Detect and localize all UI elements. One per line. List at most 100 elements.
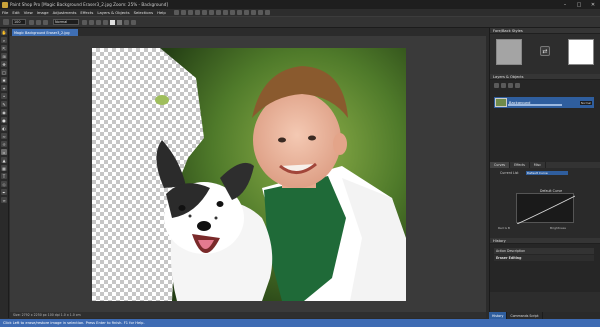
open-file-icon[interactable] bbox=[180, 10, 186, 15]
size-field[interactable]: 100 bbox=[12, 19, 26, 25]
dodge-icon[interactable]: ◐ bbox=[1, 125, 7, 131]
curves-panel: Current List Default Curve Default Curve… bbox=[490, 168, 600, 238]
menu-view[interactable]: View bbox=[24, 10, 33, 15]
new-layer-icon[interactable] bbox=[494, 83, 499, 88]
menu-help[interactable]: Help bbox=[157, 10, 166, 15]
delete-layer-icon[interactable] bbox=[508, 83, 513, 88]
photo-layer bbox=[155, 48, 406, 301]
brush-square-icon[interactable] bbox=[36, 19, 41, 25]
script-icon[interactable] bbox=[257, 10, 263, 15]
paint-brush-icon[interactable]: ✎ bbox=[1, 101, 7, 107]
tab-history[interactable]: History bbox=[489, 312, 508, 319]
menu-image[interactable]: Image bbox=[37, 10, 49, 15]
histogram-icon[interactable] bbox=[250, 10, 256, 15]
maximize-button[interactable]: □ bbox=[572, 0, 586, 9]
tolerance-icon[interactable] bbox=[124, 19, 129, 25]
current-list-select[interactable]: Default Curve bbox=[526, 171, 568, 175]
app-window: Paint Shop Pro [Magic Background Eraser3… bbox=[0, 0, 600, 327]
history-item[interactable]: Eraser Editing bbox=[494, 255, 594, 261]
blend-mode-select[interactable]: Normal bbox=[53, 19, 79, 25]
tools-toolbar: ✋ ⌕ ⇱ ⊞ ✥ □ ✱ ✦ • ✎ ◉ ● ◐ ≈ ☼ ▫ ▲ ▦ T ◇ … bbox=[0, 28, 9, 318]
zoom-tool-icon[interactable]: ⌕ bbox=[1, 37, 7, 43]
density-icon[interactable] bbox=[96, 19, 101, 25]
pen-tool-icon[interactable]: ✒ bbox=[1, 189, 7, 195]
document-tab[interactable]: Magic Background Eraser3_2.jpg bbox=[12, 29, 78, 36]
undo-icon[interactable] bbox=[201, 10, 207, 15]
menu-selections[interactable]: Selections bbox=[134, 10, 153, 15]
crop-tool-icon[interactable]: ⊞ bbox=[1, 53, 7, 59]
crop-icon[interactable] bbox=[215, 10, 221, 15]
selection-tool-icon[interactable]: □ bbox=[1, 69, 7, 75]
picture-tube-icon[interactable]: ▲ bbox=[1, 157, 7, 163]
menu-effects[interactable]: Effects bbox=[80, 10, 93, 15]
menu-bar: File Edit View Image Adjustments Effects… bbox=[0, 9, 600, 17]
preset-shape-icon[interactable]: ◇ bbox=[1, 181, 7, 187]
menu-edit[interactable]: Edit bbox=[12, 10, 19, 15]
save-icon[interactable] bbox=[187, 10, 193, 15]
clone-brush-icon[interactable]: ◉ bbox=[1, 109, 7, 115]
palette-icon[interactable] bbox=[243, 10, 249, 15]
background-color[interactable] bbox=[568, 39, 594, 65]
print-icon[interactable] bbox=[194, 10, 200, 15]
current-list-label: Current List bbox=[500, 171, 519, 175]
warp-brush-icon[interactable]: ∞ bbox=[1, 197, 7, 203]
history-column-header: Action Description bbox=[494, 248, 594, 254]
bottom-tabs: History Commands Script bbox=[489, 312, 600, 319]
lighten-icon[interactable]: ☼ bbox=[1, 141, 7, 147]
swap-colors-icon[interactable]: ⇄ bbox=[540, 46, 550, 56]
tool-options-bar: 100 Normal bbox=[0, 17, 600, 28]
new-file-icon[interactable] bbox=[173, 10, 179, 15]
smudge-icon[interactable]: ≈ bbox=[1, 133, 7, 139]
status-bar: Click Left to erase/restore image in sel… bbox=[0, 319, 600, 327]
text-tool-icon[interactable]: T bbox=[1, 173, 7, 179]
pan-tool-icon[interactable]: ✋ bbox=[1, 29, 7, 35]
title-bar: Paint Shop Pro [Magic Background Eraser3… bbox=[0, 0, 600, 9]
window-title: Paint Shop Pro [Magic Background Eraser3… bbox=[10, 2, 168, 7]
layer-thumbnail bbox=[495, 98, 507, 107]
layers-icon[interactable] bbox=[236, 10, 242, 15]
settings-icon[interactable] bbox=[264, 10, 270, 15]
menu-file[interactable]: File bbox=[2, 10, 8, 15]
magic-wand-icon[interactable]: ✦ bbox=[1, 85, 7, 91]
sample-icon[interactable] bbox=[131, 19, 136, 25]
layer-mode[interactable]: Normal bbox=[579, 100, 592, 105]
eraser-preset-icon[interactable] bbox=[3, 18, 9, 25]
document-status: Size: 2792 x 2250 px 100 dpi 1.0 x 1.0 c… bbox=[10, 312, 486, 318]
menu-layers[interactable]: Layers & Objects bbox=[97, 10, 129, 15]
step-icon[interactable] bbox=[103, 19, 108, 25]
curve-x-axis-label: Red G B bbox=[498, 226, 510, 230]
app-logo-icon bbox=[2, 1, 8, 8]
duplicate-layer-icon[interactable] bbox=[501, 83, 506, 88]
hardness-icon[interactable] bbox=[89, 19, 94, 25]
foreground-color[interactable] bbox=[496, 39, 522, 65]
redo-icon[interactable] bbox=[208, 10, 214, 15]
image-canvas[interactable] bbox=[92, 48, 406, 301]
deform-tool-icon[interactable]: ⇱ bbox=[1, 45, 7, 51]
eraser-icon[interactable]: ▫ bbox=[1, 149, 7, 155]
grid-icon[interactable] bbox=[229, 10, 235, 15]
zoom-icon[interactable] bbox=[222, 10, 228, 15]
brush-pattern-icon[interactable] bbox=[43, 19, 48, 25]
tab-commands-script[interactable]: Commands Script bbox=[507, 312, 543, 319]
close-button[interactable]: ✕ bbox=[586, 0, 600, 9]
history-panel: Action Description Eraser Editing bbox=[490, 244, 600, 292]
freehand-tool-icon[interactable]: ✱ bbox=[1, 77, 7, 83]
layer-row-background[interactable]: Background Normal bbox=[494, 97, 594, 108]
minimize-button[interactable]: – bbox=[558, 0, 572, 9]
brush-round-icon[interactable] bbox=[29, 19, 34, 25]
layer-props-icon[interactable] bbox=[515, 83, 520, 88]
menu-adjustments[interactable]: Adjustments bbox=[53, 10, 77, 15]
fb-styles-panel: ⇄ bbox=[490, 34, 600, 74]
quick-toolbar bbox=[173, 10, 272, 15]
layers-panel: Background Normal bbox=[490, 80, 600, 162]
move-tool-icon[interactable]: ✥ bbox=[1, 61, 7, 67]
layer-opacity-slider[interactable] bbox=[508, 104, 562, 106]
dropper-icon[interactable]: • bbox=[1, 93, 7, 99]
flood-fill-icon[interactable]: ▦ bbox=[1, 165, 7, 171]
curve-line bbox=[516, 195, 576, 225]
background-swatch[interactable] bbox=[117, 19, 122, 25]
foreground-swatch[interactable] bbox=[110, 19, 115, 25]
opacity-icon[interactable] bbox=[82, 19, 87, 25]
red-eye-icon[interactable]: ● bbox=[1, 117, 7, 123]
curve-graph[interactable] bbox=[516, 193, 576, 225]
